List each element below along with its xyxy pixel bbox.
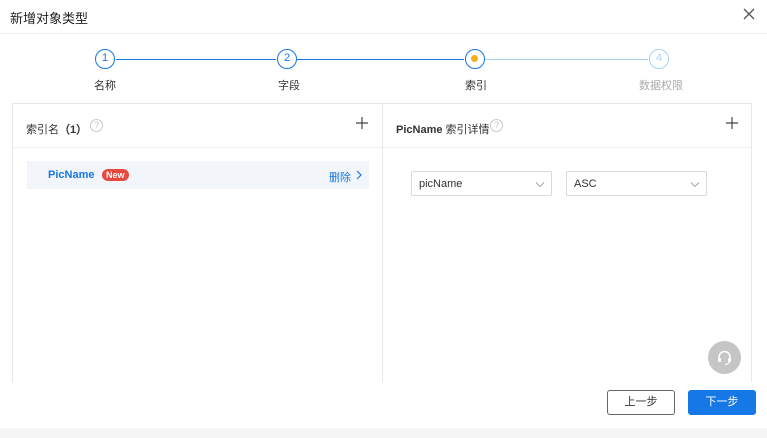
index-list-item[interactable]: PicName New 删除 [27,161,369,189]
plus-icon[interactable] [355,116,369,130]
customer-service-button[interactable] [708,341,741,374]
plus-icon[interactable] [725,116,739,130]
step-connector [485,59,648,60]
step-1-label: 名称 [94,80,116,92]
index-name: PicName [48,169,95,181]
chevron-down-icon [535,182,545,188]
headset-icon [718,350,731,366]
delete-index-link[interactable]: 删除 [329,169,351,185]
step-2-circle: 2 [277,49,297,69]
chevron-right-icon [356,170,362,180]
step-3-circle [465,49,485,69]
step-indicator: 1 名称 2 字段 索引 4 数据权限 [0,34,767,100]
dialog-footer: 上一步 下一步 [0,382,767,428]
index-field-value: picName [419,178,463,190]
sort-order-select[interactable]: ASC [566,171,707,196]
index-detail-panel: PicName 索引详情 ? picName ASC [382,103,752,388]
chevron-down-icon [690,182,700,188]
index-detail-title: PicName 索引详情 [396,124,490,136]
step-3-label: 索引 [465,80,487,92]
index-list-panel: 索引名（1） ? PicName New 删除 [12,103,383,388]
new-object-type-dialog: 新增对象类型 1 名称 2 字段 索引 4 数据权限 索引名（1） ? PicN… [0,0,767,428]
previous-step-button[interactable]: 上一步 [607,390,675,415]
index-list-title: 索引名（1） [26,124,88,136]
dialog-title: 新增对象类型 [10,11,89,26]
close-icon[interactable] [741,6,757,22]
index-detail-header: PicName 索引详情 ? [383,104,751,148]
step-2-label: 字段 [278,80,300,92]
next-step-button[interactable]: 下一步 [688,390,756,415]
step-1-circle: 1 [95,49,115,69]
step-connector [116,59,276,60]
current-step-dot [471,55,478,62]
new-badge: New [102,169,129,181]
step-connector [297,59,464,60]
dialog-header: 新增对象类型 [0,0,767,34]
help-icon[interactable]: ? [490,119,503,132]
index-field-select[interactable]: picName [411,171,552,196]
step-4-label: 数据权限 [639,80,683,92]
sort-order-value: ASC [574,178,597,190]
index-list-header: 索引名（1） ? [13,104,382,148]
help-icon[interactable]: ? [90,119,103,132]
step-4-circle: 4 [649,49,669,69]
